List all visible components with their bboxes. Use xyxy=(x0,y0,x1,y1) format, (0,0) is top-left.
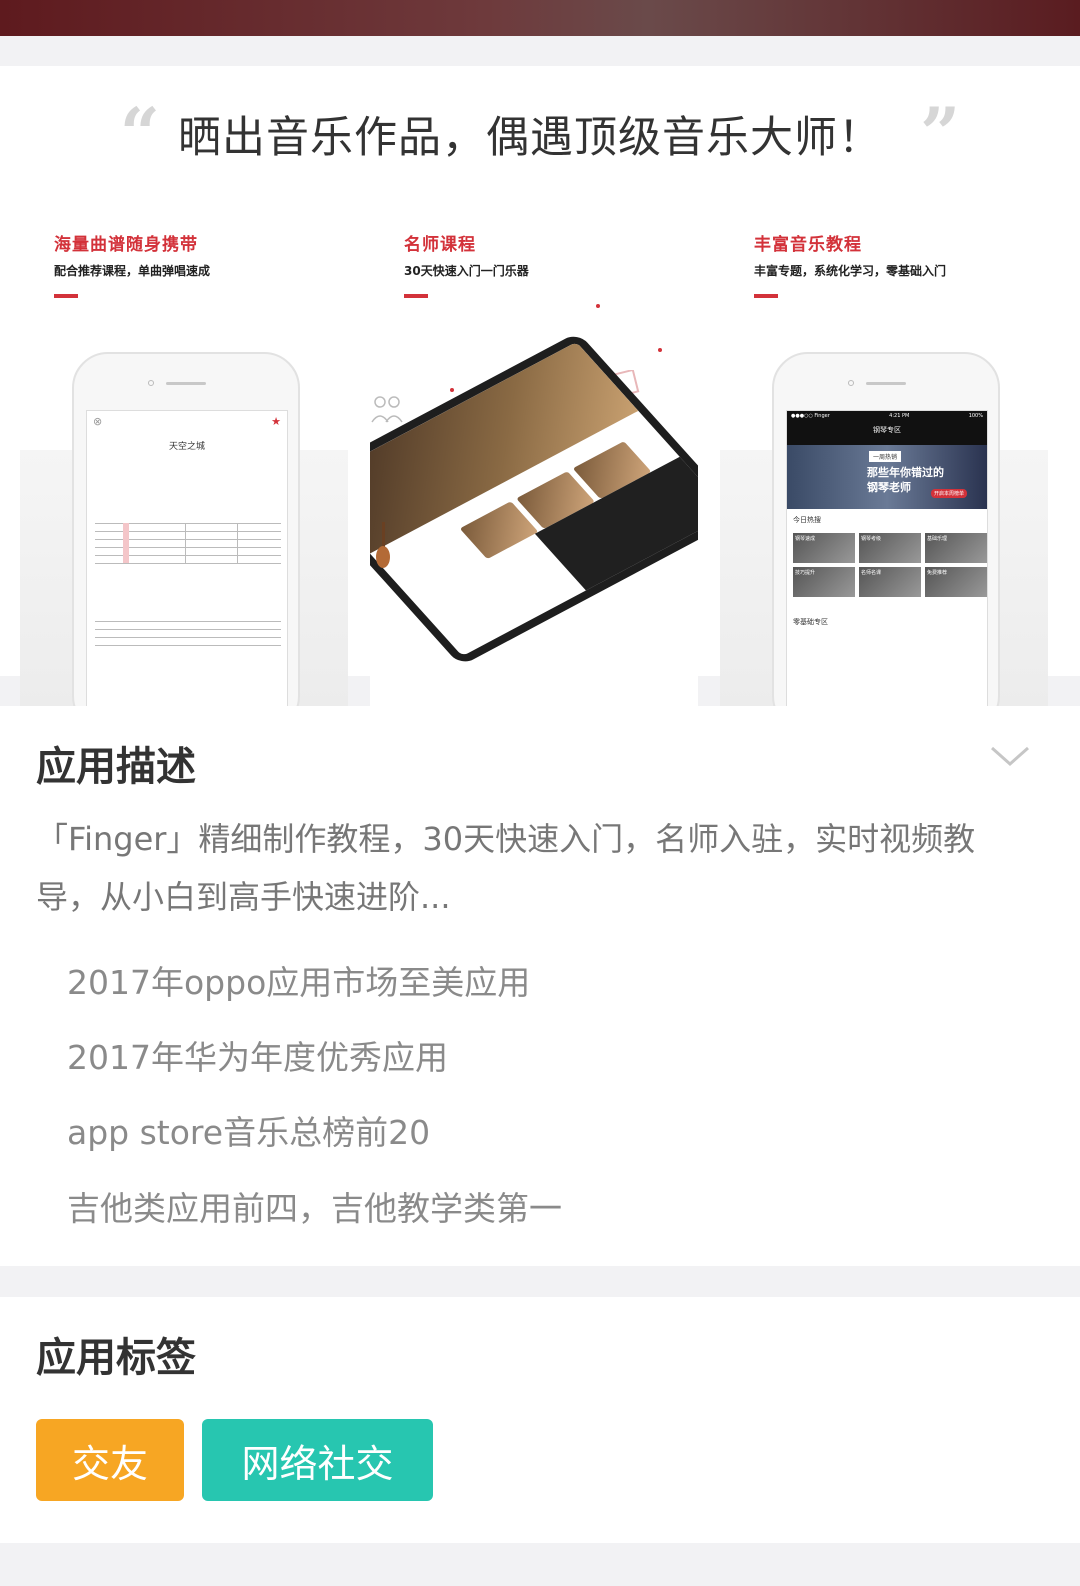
phone-screen: ●●●○○ Finger 4:21 PM 100% 钢琴专区 一周热销 那些年你… xyxy=(786,410,988,712)
title-underline xyxy=(404,294,428,298)
tablet-screen xyxy=(370,332,698,667)
tags-heading: 应用标签 xyxy=(36,1335,196,1381)
chevron-down-icon[interactable] xyxy=(990,744,1030,768)
bar-line xyxy=(237,523,238,563)
category-tile: 免费推荐 xyxy=(925,567,987,597)
screenshot-title: 海量曲谱随身携带 xyxy=(54,235,198,255)
song-title: 天空之城 xyxy=(168,442,205,452)
slogan-text: 晒出音乐作品，偶遇顶级音乐大师！ xyxy=(178,113,882,163)
screenshot-gallery[interactable]: 海量曲谱随身携带 配合推荐课程，单曲弹唱速成 ⊗ ★ 天空之城 名师课程 30天… xyxy=(20,222,1048,712)
star-icon: ★ xyxy=(271,415,281,428)
award-item: 吉他类应用前四，吉他教学类第一 xyxy=(67,1189,562,1228)
category-tile: 基础乐理 xyxy=(925,533,987,563)
staff-line xyxy=(95,629,281,630)
category-tile: 钢琴速成 xyxy=(793,533,855,563)
app-header: ●●●○○ Finger 4:21 PM 100% 钢琴专区 xyxy=(787,411,987,445)
staff-line xyxy=(95,645,281,646)
decor-dot xyxy=(450,388,454,392)
top-banner xyxy=(0,0,1080,36)
award-item: 2017年华为年度优秀应用 xyxy=(67,1038,448,1077)
nav-title: 钢琴专区 xyxy=(873,426,901,434)
screenshot-title: 丰富音乐教程 xyxy=(754,235,862,255)
tag-social-network[interactable]: 网络社交 xyxy=(202,1419,433,1501)
screenshot-sheet-music[interactable]: 海量曲谱随身携带 配合推荐课程，单曲弹唱速成 ⊗ ★ 天空之城 xyxy=(20,222,348,712)
beginner-zone-label: 零基础专区 xyxy=(793,618,828,626)
battery-label: 100% xyxy=(968,413,983,419)
award-item: 2017年oppo应用市场至美应用 xyxy=(67,963,531,1002)
screenshot-subtitle: 配合推荐课程，单曲弹唱速成 xyxy=(54,264,211,278)
close-quote-icon: ” xyxy=(920,92,961,175)
speaker-grille xyxy=(166,382,206,385)
description-text: 「Finger」精细制作教程，30天快速入门，名师入驻，实时视频教导，从小白到高… xyxy=(36,820,976,916)
staff-line xyxy=(95,563,281,564)
tag-friends[interactable]: 交友 xyxy=(36,1419,184,1501)
camera-icon xyxy=(848,380,854,386)
screenshot-teacher-courses[interactable]: 名师课程 30天快速入门一门乐器 xyxy=(370,222,698,712)
open-quote-icon: “ xyxy=(119,92,160,175)
decor-dot xyxy=(596,304,600,308)
carrier-label: ●●●○○ Finger xyxy=(791,413,830,419)
banner-tag: 一周热销 xyxy=(869,451,902,462)
slogan: “ 晒出音乐作品，偶遇顶级音乐大师！ ” xyxy=(0,92,1080,175)
description-section: 应用描述 「Finger」精细制作教程，30天快速入门，名师入驻，实时视频教导，… xyxy=(0,706,1080,1266)
banner-button: 开启本周榜单 xyxy=(931,489,968,498)
sheet-toolbar: ⊗ ★ xyxy=(87,411,287,431)
camera-icon xyxy=(148,380,154,386)
bar-line xyxy=(185,523,186,563)
screenshots-section: “ 晒出音乐作品，偶遇顶级音乐大师！ ” 海量曲谱随身携带 配合推荐课程，单曲弹… xyxy=(0,66,1080,712)
category-tile: 技巧提升 xyxy=(793,567,855,597)
category-tile: 名师名课 xyxy=(859,567,921,597)
staff-line xyxy=(95,621,281,622)
tablet-mockup xyxy=(370,294,698,712)
description-heading: 应用描述 xyxy=(36,744,196,790)
screenshot-piano-zone[interactable]: 丰富音乐教程 丰富专题，系统化学习，零基础入门 ●●●○○ Finger 4:2… xyxy=(720,222,1048,712)
screenshot-subtitle: 丰富专题，系统化学习，零基础入门 xyxy=(754,264,947,278)
hot-search-label: 今日热搜 xyxy=(793,516,821,524)
phone-mockup: ●●●○○ Finger 4:21 PM 100% 钢琴专区 一周热销 那些年你… xyxy=(772,352,1000,712)
tags-section: 应用标签 交友 网络社交 xyxy=(0,1297,1080,1543)
category-tile: 钢琴考级 xyxy=(859,533,921,563)
title-underline xyxy=(54,294,78,298)
status-bar: ●●●○○ Finger 4:21 PM 100% xyxy=(791,413,983,419)
playhead-highlight xyxy=(123,523,129,563)
status-time: 4:21 PM xyxy=(889,413,910,419)
title-underline xyxy=(754,294,778,298)
close-icon: ⊗ xyxy=(93,415,103,428)
speaker-grille xyxy=(866,382,906,385)
screenshot-subtitle: 30天快速入门一门乐器 xyxy=(404,264,529,278)
promo-banner: 一周热销 那些年你错过的 钢琴老师 开启本周榜单 xyxy=(787,445,987,509)
phone-screen: ⊗ ★ 天空之城 xyxy=(86,410,288,712)
screenshot-title: 名师课程 xyxy=(404,235,476,255)
phone-mockup: ⊗ ★ 天空之城 xyxy=(72,352,300,712)
banner-line-1: 那些年你错过的 xyxy=(867,466,944,479)
award-item: app store音乐总榜前20 xyxy=(67,1113,431,1152)
staff-line xyxy=(95,637,281,638)
guitar-icon xyxy=(376,522,390,572)
